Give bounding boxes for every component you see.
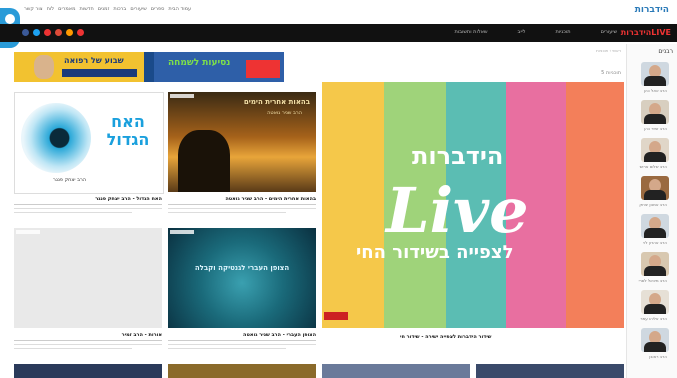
nav-item[interactable]: שיעורים bbox=[601, 29, 617, 35]
program-card[interactable]: אורות - הרב זמיר bbox=[14, 228, 162, 358]
person-silhouette bbox=[178, 130, 230, 192]
featured-line1: הידברות bbox=[412, 142, 504, 170]
avatar[interactable] bbox=[641, 290, 669, 314]
card-description bbox=[14, 204, 162, 213]
top-link[interactable]: זמנים bbox=[98, 6, 110, 12]
views-tag bbox=[170, 94, 194, 98]
ad-banner[interactable]: שבוע של רפואה נסיעות לשמחה bbox=[14, 52, 284, 82]
nav-items: שיעורים תוכניות לייב שאלות ותשובות bbox=[454, 29, 617, 35]
card-title[interactable]: האח הגדול - הרב יצחק פנגר bbox=[14, 196, 162, 202]
featured-caption[interactable]: שידור הידברות לצפייה ישירה - שידור חי bbox=[400, 334, 491, 340]
program-card[interactable]: הצופן העברי לגנטיקה וקבלה הצופן העברי - … bbox=[168, 228, 316, 358]
rabbi-name[interactable]: הרב מיכאל לסרי bbox=[639, 278, 667, 283]
rabbi-name[interactable]: הרב יגאל כהן bbox=[644, 88, 667, 93]
program-thumb[interactable] bbox=[476, 364, 624, 378]
program-thumb[interactable] bbox=[14, 364, 162, 378]
program-card[interactable]: בהאות אחרית הימים הרב שניר גואטה בהאות א… bbox=[168, 92, 316, 218]
top-link[interactable]: חדשות bbox=[80, 6, 94, 12]
rabbi-name[interactable]: הרב שלום ארוש bbox=[640, 164, 667, 169]
rabbi-name[interactable]: הרב ראובן bbox=[649, 354, 667, 359]
top-link[interactable]: ספרים bbox=[151, 6, 165, 12]
rabbi-name[interactable]: הרב אליהו עמר bbox=[640, 316, 667, 321]
stripe bbox=[322, 82, 384, 328]
nav-item[interactable]: לייב bbox=[518, 29, 526, 35]
featured-line2: Live bbox=[386, 174, 529, 247]
top-bar: עמוד הבית ספרים שיעורים ברכות זמנים חדשו… bbox=[0, 0, 677, 25]
nav-item[interactable]: תוכניות bbox=[556, 29, 571, 35]
avatar[interactable] bbox=[641, 328, 669, 352]
rss-icon[interactable] bbox=[66, 29, 73, 36]
stripe bbox=[566, 82, 624, 328]
section-title: 5 תוכניות bbox=[601, 70, 621, 76]
views-tag bbox=[170, 230, 194, 234]
program-card[interactable]: האח הגדול הרב יצחק פנגר האח הגדול - הרב … bbox=[14, 92, 164, 218]
card-description bbox=[14, 340, 162, 349]
program-thumb[interactable] bbox=[168, 364, 316, 378]
card-description bbox=[168, 204, 316, 213]
accessibility-icon bbox=[5, 14, 15, 24]
sidebar-label: רבנים bbox=[658, 48, 673, 55]
ad-left-strip bbox=[62, 69, 137, 77]
thumb-subtitle: הרב שניר גואטה bbox=[267, 110, 302, 116]
mail-icon[interactable] bbox=[77, 29, 84, 36]
views-tag bbox=[16, 230, 40, 234]
ad-badge bbox=[246, 60, 280, 78]
thumb-title: בהאות אחרית הימים bbox=[243, 98, 310, 106]
ad-left-panel: שבוע של רפואה bbox=[14, 52, 144, 82]
program-thumb[interactable]: הצופן העברי לגנטיקה וקבלה bbox=[168, 228, 316, 328]
social-icons bbox=[22, 29, 84, 36]
card-title[interactable]: אורות - הרב זמיר bbox=[14, 332, 162, 338]
avatar[interactable] bbox=[641, 252, 669, 276]
breadcrumb[interactable]: ראשי › תוכניות bbox=[596, 48, 621, 53]
top-link[interactable]: שיעורים bbox=[130, 6, 146, 12]
card-description bbox=[168, 340, 316, 349]
rabbi-photo bbox=[34, 55, 54, 79]
avatar[interactable] bbox=[641, 100, 669, 124]
avatar[interactable] bbox=[641, 62, 669, 86]
ad-left-text: שבוע של רפואה bbox=[64, 56, 124, 65]
live-badge bbox=[324, 312, 348, 320]
program-thumb[interactable]: האח הגדול הרב יצחק פנגר bbox=[14, 92, 164, 194]
rabbi-name[interactable]: הרב זמיר כהן bbox=[644, 126, 667, 131]
thumb-subtitle: הרב יצחק פנגר bbox=[53, 177, 87, 183]
avatar[interactable] bbox=[641, 138, 669, 162]
program-thumb[interactable]: בהאות אחרית הימים הרב שניר גואטה bbox=[168, 92, 316, 192]
live-logo[interactable]: הידברותLIVE bbox=[621, 28, 671, 37]
program-thumb[interactable] bbox=[322, 364, 470, 378]
featured-line3: לצפייה בשידור החי bbox=[356, 242, 514, 263]
rabbi-name[interactable]: הרב אהרון לוי bbox=[643, 240, 667, 245]
ad-right-text: נסיעות לשמחה bbox=[168, 58, 231, 68]
avatar[interactable] bbox=[641, 214, 669, 238]
facebook-icon[interactable] bbox=[22, 29, 29, 36]
card-title[interactable]: הצופן העברי - הרב שניר גואטה bbox=[168, 332, 316, 338]
top-link[interactable]: ברכות bbox=[113, 6, 126, 12]
main-nav: שיעורים תוכניות לייב שאלות ותשובות הידבר… bbox=[0, 24, 677, 42]
twitter-icon[interactable] bbox=[33, 29, 40, 36]
avatar[interactable] bbox=[641, 176, 669, 200]
ad-right-panel: נסיעות לשמחה bbox=[154, 52, 284, 82]
top-link[interactable]: עמוד הבית bbox=[168, 6, 191, 12]
card-title[interactable]: בהאות אחרית הימים - הרב שניר גואטה bbox=[168, 196, 316, 202]
googleplus-icon[interactable] bbox=[55, 29, 62, 36]
site-logo[interactable]: הידברות bbox=[635, 5, 669, 15]
nav-item[interactable]: שאלות ותשובות bbox=[454, 29, 487, 35]
top-link[interactable]: לוח bbox=[47, 6, 54, 12]
camera-icon bbox=[21, 103, 91, 173]
youtube-icon[interactable] bbox=[44, 29, 51, 36]
top-link[interactable]: צור קשר bbox=[24, 6, 43, 12]
top-links: עמוד הבית ספרים שיעורים ברכות זמנים חדשו… bbox=[24, 6, 191, 12]
program-thumb[interactable] bbox=[14, 228, 162, 328]
views-tag bbox=[17, 95, 41, 99]
top-link[interactable]: מאמרים bbox=[58, 6, 75, 12]
thumb-title: האח הגדול bbox=[106, 112, 150, 149]
featured-live-banner[interactable]: הידברות Live לצפייה בשידור החי bbox=[322, 82, 624, 328]
rabbi-name[interactable]: הרב אמנון יצחק bbox=[639, 202, 667, 207]
thumb-title: הצופן העברי לגנטיקה וקבלה bbox=[194, 264, 290, 272]
